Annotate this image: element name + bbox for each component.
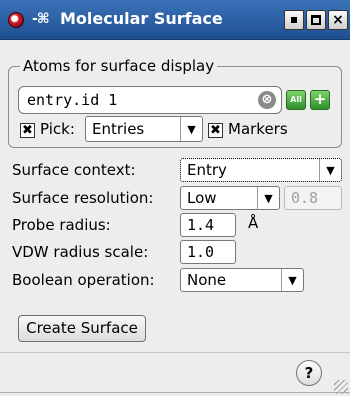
markers-label: Markers [228, 120, 288, 138]
surface-context-value: Entry [187, 161, 227, 179]
title-bar[interactable]: -⌘ Molecular Surface × [0, 0, 350, 40]
create-surface-button[interactable]: Create Surface [18, 315, 146, 342]
window-bottom-border [0, 392, 350, 393]
markers-checkbox[interactable]: ✖ [208, 123, 223, 138]
atom-selection-input[interactable]: entry.id 1 [18, 86, 282, 114]
surface-context-dropdown[interactable]: Entry ▼ [180, 158, 342, 182]
atoms-group-title: Atoms for surface display [20, 57, 218, 75]
molecule-app-icon[interactable] [8, 12, 24, 28]
pick-checkbox[interactable]: ✖ [20, 123, 35, 138]
clear-icon[interactable]: ⊗ [258, 91, 276, 109]
probe-radius-label: Probe radius: [12, 216, 111, 234]
chevron-down-icon: ▼ [281, 269, 303, 291]
angstrom-unit: Å [248, 214, 259, 232]
surface-resolution-dropdown[interactable]: Low ▼ [180, 186, 280, 210]
minimize-button[interactable] [284, 10, 304, 30]
divider [0, 352, 350, 353]
resolution-numeric-field: 0.8 [284, 186, 342, 210]
select-all-button[interactable]: All [286, 90, 306, 110]
pick-dropdown[interactable]: Entries ▼ [85, 116, 203, 142]
vdw-radius-scale-label: VDW radius scale: [12, 243, 149, 261]
minimize-icon [291, 17, 297, 23]
help-button[interactable]: ? [296, 360, 322, 386]
maximize-button[interactable] [306, 10, 326, 30]
surface-resolution-value: Low [187, 189, 217, 207]
surface-resolution-label: Surface resolution: [12, 189, 154, 207]
probe-radius-input[interactable]: 1.4 [180, 213, 236, 237]
vdw-radius-scale-input[interactable]: 1.0 [180, 240, 236, 264]
add-selection-button[interactable]: + [310, 90, 330, 110]
pick-label: Pick: [40, 120, 75, 138]
boolean-operation-dropdown[interactable]: None ▼ [180, 268, 304, 292]
maximize-icon [311, 15, 321, 25]
pick-value: Entries [92, 120, 145, 138]
boolean-operation-value: None [187, 271, 227, 289]
close-button[interactable]: × [328, 10, 348, 30]
chevron-down-icon: ▼ [257, 187, 279, 209]
window-title: Molecular Surface [60, 9, 223, 28]
pin-icon[interactable]: -⌘ [32, 11, 50, 27]
surface-context-label: Surface context: [12, 161, 136, 179]
boolean-operation-label: Boolean operation: [12, 271, 155, 289]
chevron-down-icon: ▼ [319, 159, 341, 181]
close-icon: × [332, 12, 344, 28]
chevron-down-icon: ▼ [180, 117, 202, 141]
